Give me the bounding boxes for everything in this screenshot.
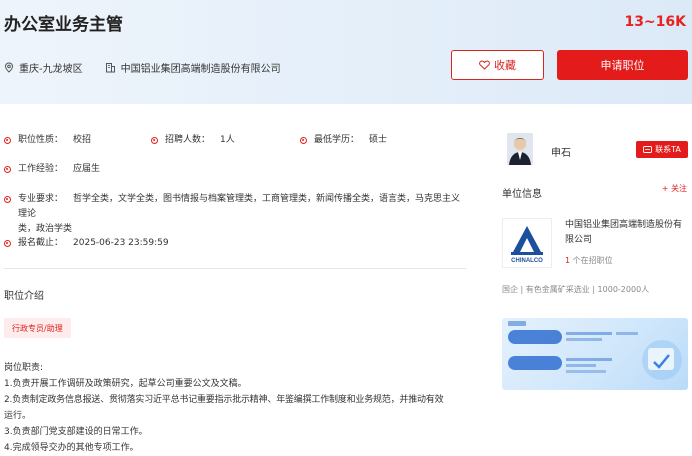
contact-label: 联系TA: [655, 145, 681, 154]
company-industry: 国企 | 有色金属矿采选业 | 1000-2000人: [502, 285, 650, 294]
bullet-icon: [300, 137, 307, 144]
chat-icon: [643, 145, 653, 153]
description-line: 2.负责制定政务信息报送、贯彻落实习近平总书记重要指示批示精神、年鉴编撰工作制度…: [4, 395, 444, 405]
location-text: 重庆-九龙坡区: [19, 63, 83, 75]
company-logo[interactable]: CHINALCO: [502, 218, 552, 268]
open-jobs-count: 1: [565, 256, 571, 265]
salary: 13~16K: [624, 14, 686, 30]
bullet-icon: [4, 240, 11, 247]
detail-nature: 职位性质： 校招: [4, 133, 91, 148]
location-pin-icon: [4, 61, 14, 73]
description-line: 1.负责开展工作调研及政策研究，起草公司重要公文及文稿。: [4, 379, 247, 389]
unit-info-title: 单位信息: [502, 189, 542, 200]
contact-button[interactable]: 联系TA: [636, 141, 688, 158]
description-line: 岗位职责:: [4, 363, 44, 373]
favorite-label: 收藏: [494, 59, 516, 72]
location: 重庆-九龙坡区: [4, 60, 83, 75]
page-title: 办公室业务主管: [4, 15, 123, 35]
company-text: 中国铝业集团高端制造股份有限公司: [120, 63, 281, 75]
job-description: 岗位职责: 1.负责开展工作调研及政策研究，起草公司重要公文及文稿。 2.负责制…: [4, 360, 468, 456]
detail-major: 专业要求： 哲学全类，文学全类，图书情报与档案管理类，工商管理类，新闻传播全类，语…: [4, 192, 466, 237]
building-icon: [105, 62, 115, 72]
recruiter-name: 申石: [551, 148, 571, 159]
company-link[interactable]: 中国铝业集团高端制造股份有限公司: [105, 60, 281, 75]
detail-education: 最低学历： 硕士: [300, 133, 387, 148]
detail-headcount: 招聘人数： 1人: [151, 133, 235, 148]
detail-experience: 工作经验： 应届生: [4, 162, 100, 177]
bullet-icon: [4, 137, 11, 144]
company-name[interactable]: 中国铝业集团高端制造股份有限公司: [565, 218, 689, 248]
job-meta: 重庆-九龙坡区 中国铝业集团高端制造股份有限公司: [4, 60, 303, 75]
bullet-icon: [151, 137, 158, 144]
logo-text: CHINALCO: [511, 258, 543, 264]
heart-icon: [479, 60, 490, 70]
divider: [4, 268, 466, 269]
favorite-button[interactable]: 收藏: [451, 50, 544, 80]
description-line: 运行。: [4, 411, 32, 421]
bullet-icon: [4, 166, 11, 173]
bullet-icon: [4, 196, 11, 203]
avatar: [507, 133, 533, 165]
company-open-jobs[interactable]: 1 个在招职位: [565, 255, 613, 266]
section-title-intro: 职位介绍: [4, 291, 44, 302]
description-line: 4.完成领导交办的其他专项工作。: [4, 443, 139, 453]
description-line: 3.负责部门党支部建设的日常工作。: [4, 427, 148, 437]
apply-button[interactable]: 申请职位: [557, 50, 688, 80]
follow-button[interactable]: + 关注: [662, 183, 687, 194]
promo-banner[interactable]: [502, 318, 688, 390]
detail-deadline: 报名截止： 2025-06-23 23:59:59: [4, 236, 169, 251]
open-jobs-suffix: 个在招职位: [572, 256, 613, 265]
category-tag[interactable]: 行政专员/助理: [4, 318, 71, 338]
